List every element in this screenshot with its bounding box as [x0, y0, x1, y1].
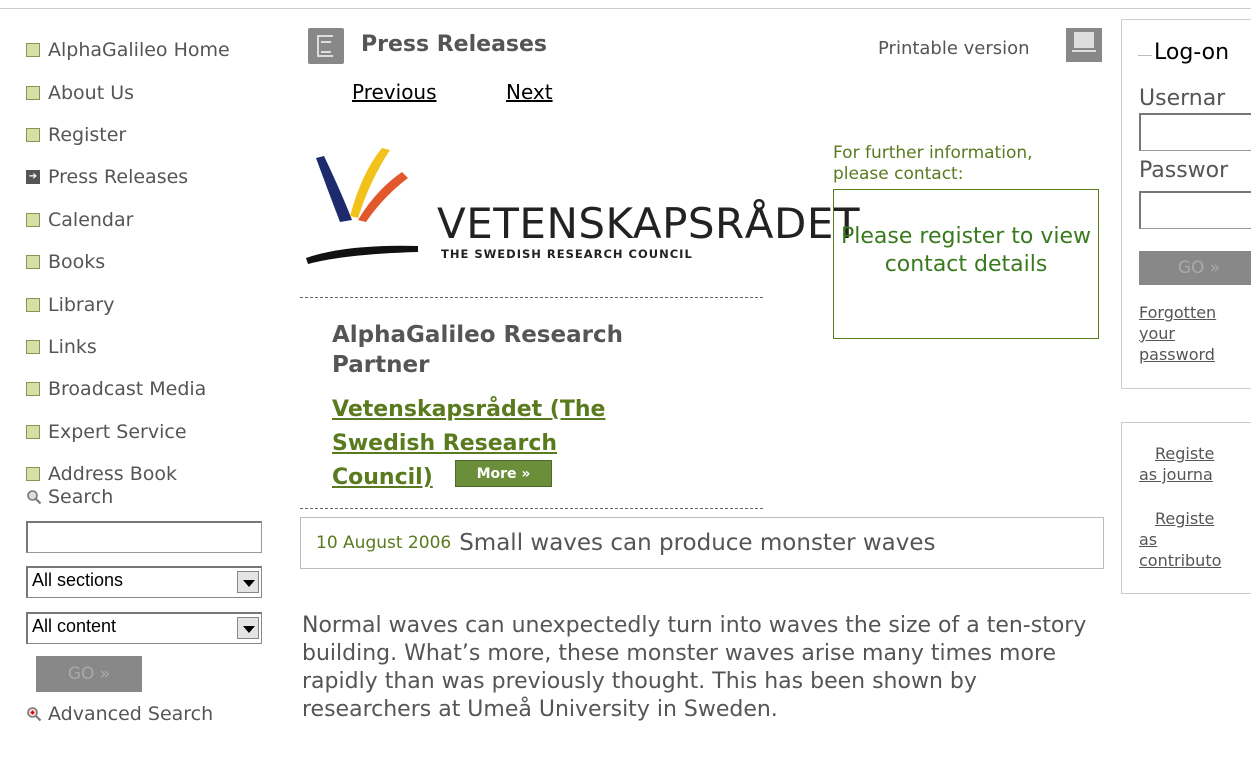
nav-item-label: Address Book — [48, 463, 177, 486]
nav-item-label: Library — [48, 293, 115, 316]
printer-icon[interactable] — [1066, 28, 1102, 62]
nav-item-label: Broadcast Media — [48, 378, 207, 401]
more-button[interactable]: More » — [455, 460, 552, 487]
top-divider — [0, 8, 1251, 9]
search-label-text: Search — [48, 486, 114, 508]
login-go-button[interactable]: GO » — [1139, 251, 1251, 285]
square-bullet-icon — [26, 85, 40, 100]
username-input[interactable] — [1139, 113, 1251, 151]
register-journalist-link[interactable]: Registe as journa — [1139, 443, 1235, 485]
section-title: Press Releases — [361, 32, 548, 57]
square-bullet-icon — [26, 297, 40, 312]
sections-select-value: All sections — [32, 570, 124, 590]
username-label: Usernar — [1139, 86, 1226, 111]
arrow-right-icon: ➔ — [26, 170, 40, 185]
nav-item-calendar[interactable]: Calendar — [26, 199, 266, 241]
magnifier-icon — [27, 490, 42, 505]
nav-item-library[interactable]: Library — [26, 283, 266, 325]
logo-subtitle: THE SWEDISH RESEARCH COUNCIL — [441, 247, 693, 261]
contact-label: For further information, please contact: — [833, 143, 1033, 184]
divider — [300, 508, 763, 509]
content-select-value: All content — [32, 616, 117, 636]
chevron-down-icon[interactable] — [237, 571, 259, 593]
article-headline: Small waves can produce monster waves — [459, 530, 936, 556]
nav-item-label: Expert Service — [48, 420, 187, 443]
search-go-button[interactable]: GO » — [36, 656, 142, 692]
nav-item-label: Calendar — [48, 208, 134, 231]
content-select[interactable]: All content — [26, 612, 262, 644]
nav-item-expert-service[interactable]: Expert Service — [26, 411, 266, 453]
nav-item-label: Links — [48, 335, 97, 358]
square-bullet-icon — [26, 424, 40, 439]
article-date: 10 August 2006 — [316, 533, 452, 553]
nav-item-label: AlphaGalileo Home — [48, 39, 230, 62]
contact-box: Please register to view contact details — [833, 189, 1099, 339]
left-navigation: AlphaGalileo Home About Us Register ➔ Pre… — [26, 29, 266, 495]
legend-line — [1138, 55, 1152, 56]
magnifier-plus-icon — [27, 707, 42, 722]
square-bullet-icon — [26, 382, 40, 397]
register-contributor-link[interactable]: Registe as contributo — [1139, 508, 1235, 571]
search-input[interactable] — [26, 521, 262, 553]
password-label: Passwor — [1139, 158, 1229, 183]
partner-title: AlphaGalileo Research Partner — [332, 322, 623, 378]
nav-item-label: Books — [48, 251, 106, 274]
chevron-down-icon[interactable] — [237, 617, 259, 639]
square-bullet-icon — [26, 43, 40, 58]
sections-select[interactable]: All sections — [26, 566, 262, 598]
next-link[interactable]: Next — [506, 80, 553, 104]
square-bullet-icon — [26, 467, 40, 482]
nav-item-register[interactable]: Register — [26, 114, 266, 156]
article-header: 10 August 2006 Small waves can produce m… — [300, 517, 1104, 569]
article-body: Normal waves can unexpectedly turn into … — [302, 613, 1087, 722]
printable-version-link[interactable]: Printable version — [878, 38, 1030, 59]
advanced-search-link[interactable]: Advanced Search — [26, 703, 213, 725]
nav-item-press-releases[interactable]: ➔ Press Releases — [26, 156, 266, 198]
nav-item-home[interactable]: AlphaGalileo Home — [26, 29, 266, 71]
forgotten-password-link[interactable]: Forgotten your password — [1139, 302, 1229, 365]
nav-item-books[interactable]: Books — [26, 241, 266, 283]
square-bullet-icon — [26, 255, 40, 270]
advanced-search-label: Advanced Search — [48, 703, 214, 725]
search-label: Search — [26, 486, 113, 508]
square-bullet-icon — [26, 127, 40, 142]
nav-item-broadcast-media[interactable]: Broadcast Media — [26, 368, 266, 410]
square-bullet-icon — [26, 212, 40, 227]
divider — [300, 297, 763, 298]
document-icon — [308, 28, 344, 64]
nav-item-about-us[interactable]: About Us — [26, 71, 266, 113]
nav-item-label: Press Releases — [48, 166, 189, 189]
previous-link[interactable]: Previous — [352, 80, 437, 104]
logo-wordmark: VETENSKAPSRÅDET — [437, 199, 861, 248]
nav-item-label: Register — [48, 123, 127, 146]
nav-item-links[interactable]: Links — [26, 326, 266, 368]
login-legend: Log-on — [1152, 40, 1232, 65]
square-bullet-icon — [26, 339, 40, 354]
password-input[interactable] — [1139, 191, 1251, 229]
nav-item-label: About Us — [48, 81, 135, 104]
